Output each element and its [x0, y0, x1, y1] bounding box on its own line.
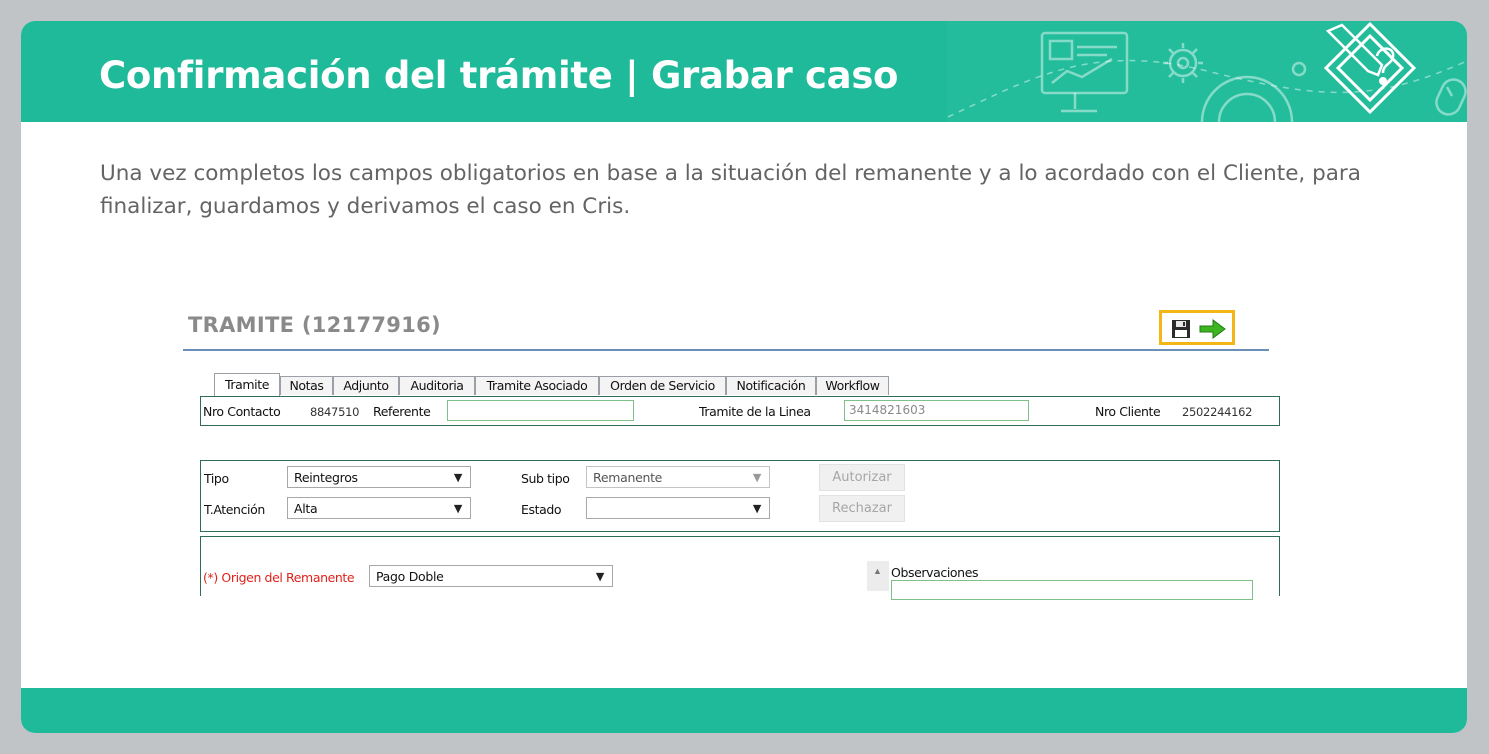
observaciones-textarea[interactable]	[891, 580, 1253, 600]
nro-cliente-value: 2502244162	[1182, 405, 1253, 419]
header-banner: Confirmación del trámite | Grabar caso	[21, 21, 1467, 122]
subtipo-select-value: Remanente	[593, 470, 663, 485]
chevron-down-icon: ▼	[595, 570, 604, 583]
required-marker: (*)	[203, 570, 218, 585]
save-icon[interactable]	[1169, 318, 1195, 340]
toolbar-highlight	[1159, 310, 1235, 345]
tab-auditoria[interactable]: Auditoria	[399, 376, 475, 395]
contact-panel: Nro Contacto 8847510 Referente Tramite d…	[200, 396, 1280, 426]
tipo-select-value: Reintegros	[294, 470, 358, 485]
origen-select[interactable]: Pago Doble ▼	[369, 565, 613, 587]
chevron-down-icon: ▼	[752, 502, 761, 515]
chevron-down-icon: ▼	[453, 502, 462, 515]
scroll-up-icon[interactable]: ▲	[873, 566, 882, 576]
slide: Confirmación del trámite | Grabar caso U…	[21, 21, 1467, 733]
tab-notificacion[interactable]: Notificación	[726, 376, 816, 395]
estado-label: Estado	[521, 502, 562, 517]
t-atencion-select[interactable]: Alta ▼	[287, 497, 471, 519]
intro-text: Una vez completos los campos obligatorio…	[100, 161, 1361, 219]
tab-adjunto[interactable]: Adjunto	[333, 376, 399, 395]
title-divider	[183, 349, 1269, 351]
tab-tramite-asociado[interactable]: Tramite Asociado	[475, 376, 599, 395]
rechazar-button[interactable]: Rechazar	[819, 495, 905, 522]
referente-label: Referente	[373, 404, 431, 419]
page-title: Confirmación del trámite | Grabar caso	[99, 54, 899, 97]
tramite-linea-input[interactable]: 3414821603	[844, 400, 1029, 421]
header-decoration	[947, 21, 1467, 122]
nro-contacto-label: Nro Contacto	[203, 404, 281, 419]
referente-input[interactable]	[447, 400, 634, 421]
tipo-label: Tipo	[204, 471, 229, 486]
nro-contacto-value: 8847510	[310, 405, 360, 419]
tab-tramite[interactable]: Tramite	[214, 373, 280, 396]
origen-label: (*) Origen del Remanente	[203, 570, 355, 585]
footer-band	[21, 688, 1467, 733]
tipo-select[interactable]: Reintegros ▼	[287, 466, 471, 488]
t-atencion-select-value: Alta	[294, 501, 318, 516]
tab-workflow[interactable]: Workflow	[816, 376, 889, 395]
chevron-down-icon: ▼	[453, 471, 462, 484]
observaciones-label: Observaciones	[891, 565, 979, 580]
arrow-right-icon[interactable]	[1198, 318, 1228, 340]
estado-select[interactable]: ▼	[586, 497, 770, 519]
tramite-screenshot: TRAMITE (12177916) Tramite Notas Adjunto…	[183, 307, 1280, 600]
tab-orden-de-servicio[interactable]: Orden de Servicio	[599, 376, 726, 395]
subtipo-select[interactable]: Remanente ▼	[586, 466, 770, 488]
chevron-down-icon: ▼	[752, 471, 761, 484]
subtipo-label: Sub tipo	[521, 471, 570, 486]
origen-select-value: Pago Doble	[376, 569, 444, 584]
tab-notas[interactable]: Notas	[280, 376, 333, 395]
autorizar-button[interactable]: Autorizar	[819, 464, 905, 491]
tipo-panel: Tipo Reintegros ▼ Sub tipo Remanente ▼ A…	[200, 460, 1280, 532]
tramite-linea-label: Tramite de la Linea	[699, 404, 811, 419]
origen-label-text: Origen del Remanente	[221, 570, 355, 585]
detail-panel: (*) Origen del Remanente Pago Doble ▼ ▲ …	[200, 536, 1280, 600]
tramite-title: TRAMITE (12177916)	[188, 313, 441, 337]
nro-cliente-label: Nro Cliente	[1095, 404, 1161, 419]
t-atencion-label: T.Atención	[204, 502, 265, 517]
